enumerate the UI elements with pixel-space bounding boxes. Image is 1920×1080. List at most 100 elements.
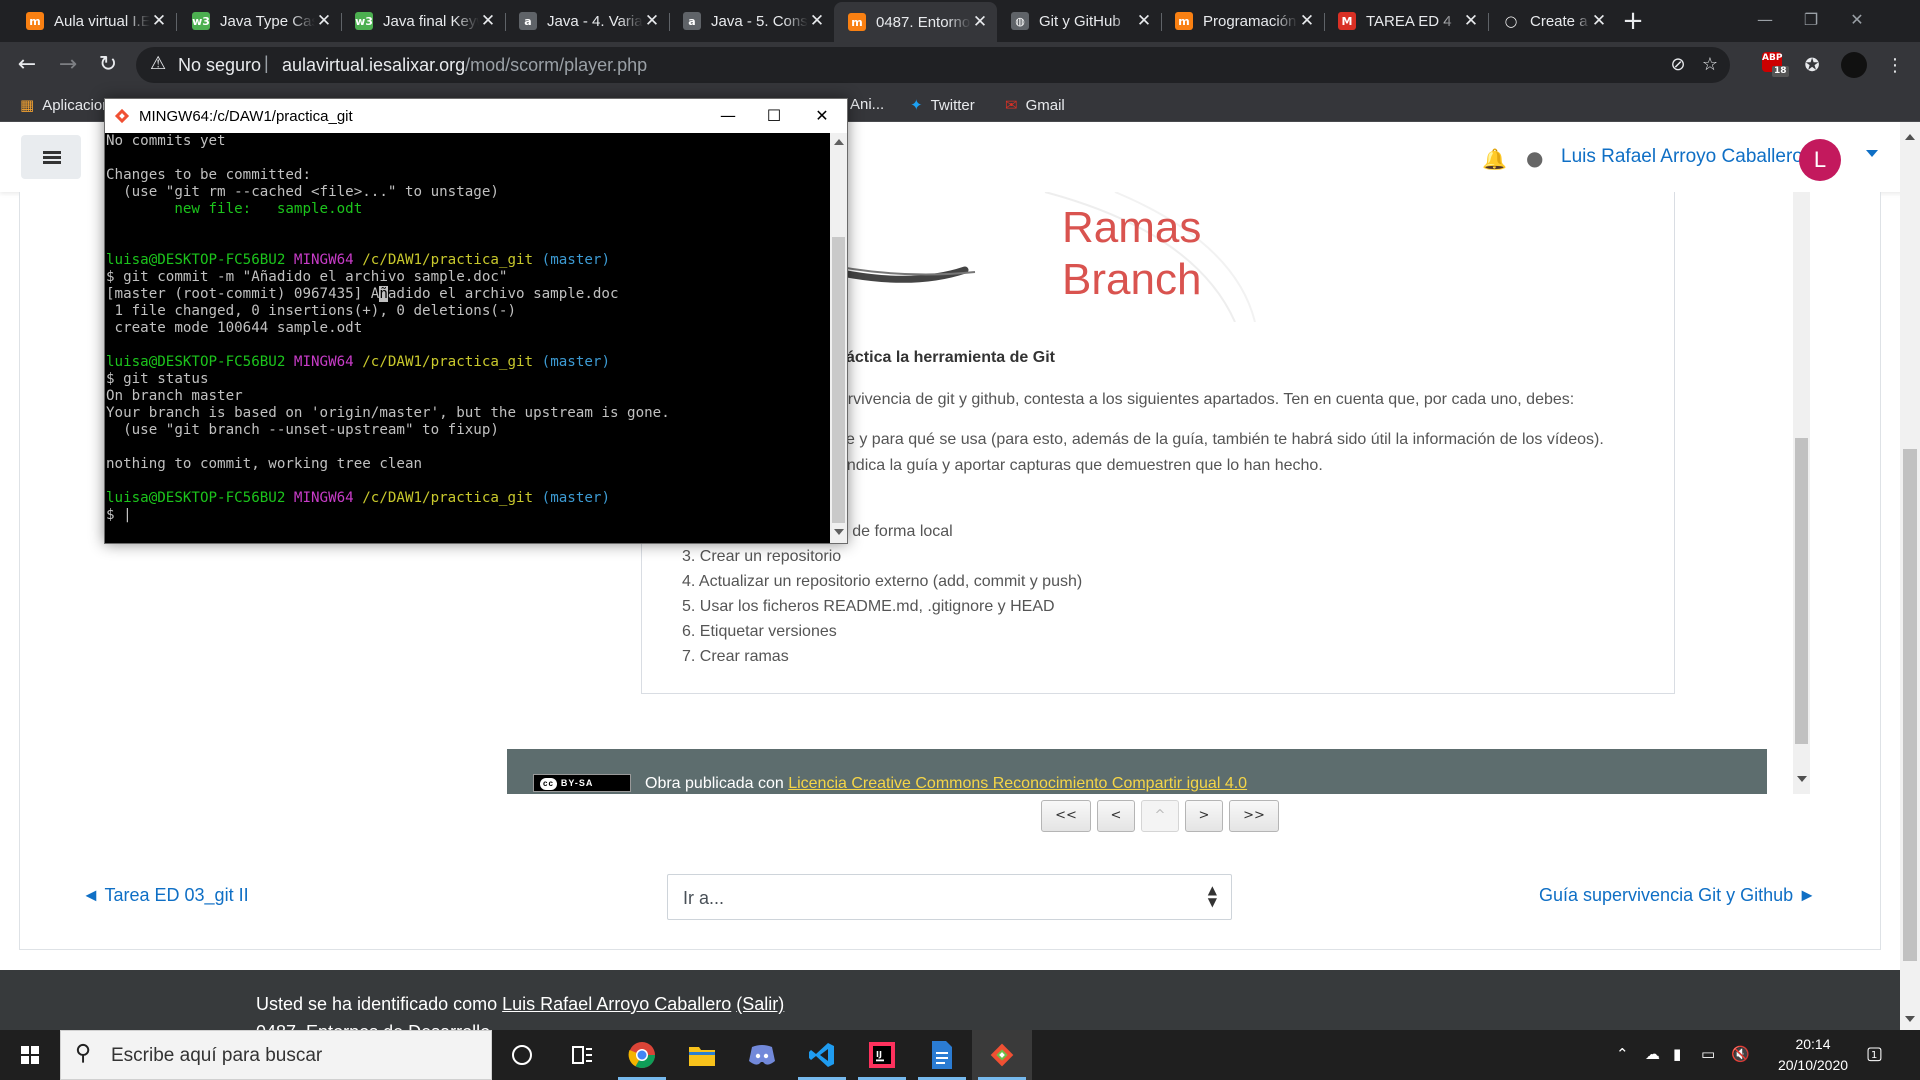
volume-muted-icon[interactable]: 🔇 [1731,1045,1750,1063]
chrome-icon[interactable] [612,1030,672,1080]
scroll-down-arrow-icon[interactable] [1905,1016,1915,1022]
network-icon[interactable]: ▭ [1701,1045,1715,1063]
intellij-icon[interactable]: IJ [852,1030,912,1080]
bookmark-gmail[interactable]: ✉ Gmail [1005,96,1065,114]
close-tab-icon[interactable]: ✕ [1298,12,1316,30]
scroll-down-arrow-icon[interactable] [1797,776,1807,782]
scorm-last-button[interactable]: >> [1229,800,1279,832]
page-scrollbar[interactable] [1900,122,1920,1030]
browser-tab-title: Java Type Casting [220,12,315,30]
close-tab-icon[interactable]: ✕ [479,12,497,30]
onedrive-cloud-icon[interactable]: ☁ [1645,1045,1660,1063]
footer-course-link[interactable]: 0487. Entornos de Desarrollo [256,1022,490,1030]
notifications-bell-icon[interactable]: 🔔 [1482,147,1507,171]
user-menu-caret-icon[interactable] [1866,150,1878,157]
battery-icon[interactable]: ▮ [1673,1045,1681,1063]
scorm-prev-button[interactable]: < [1097,800,1135,832]
w3schools-icon: w3 [192,12,210,30]
start-button[interactable] [0,1030,60,1080]
system-clock[interactable]: 20:14 20/10/2020 [1776,1034,1850,1076]
terminal-scrollbar[interactable] [830,133,847,543]
scorm-first-button[interactable]: << [1041,800,1091,832]
widgets-icon[interactable] [552,1030,612,1080]
next-activity-link[interactable]: Guía supervivencia Git y Github ► [1539,885,1816,906]
close-tab-icon[interactable]: ✕ [150,12,168,30]
browser-tab[interactable]: m Programación ✕ [1161,0,1324,42]
extensions-puzzle-icon[interactable]: ✪ [1799,53,1825,79]
terminal-titlebar[interactable]: MINGW64:/c/DAW1/practica_git — ☐ ✕ [105,99,847,133]
close-tab-icon[interactable]: ✕ [643,12,661,30]
jump-to-select[interactable]: Ir a... ▲ ▼ [667,874,1232,920]
browser-tab[interactable]: m Aula virtual I.E.S. Alixar✕ [12,0,176,42]
scroll-up-arrow-icon[interactable] [834,139,844,145]
adblock-extension-icon[interactable]: ABP 18 [1762,52,1789,77]
bookmark-twitter[interactable]: ✦ Twitter [910,96,975,114]
scorm-scrollbar[interactable] [1793,192,1810,794]
scorm-up-button[interactable]: ^ [1141,800,1179,832]
scorm-paragraph: pervivencia de git y github, contesta a … [830,391,1575,408]
browser-tab[interactable]: a Java - 5. Constantes✕ [669,0,834,42]
license-link[interactable]: Licencia Creative Commons Reconocimiento… [788,775,1247,792]
star-bookmark-icon[interactable]: ☆ [1698,53,1722,77]
tray-overflow-icon[interactable]: ⌃ [1616,1045,1629,1063]
scroll-up-arrow-icon[interactable] [1905,134,1915,140]
browser-tab[interactable]: w3 Java final Keyword✕ [341,0,505,42]
git-bash-window[interactable]: MINGW64:/c/DAW1/practica_git — ☐ ✕ No co… [104,98,848,544]
discord-icon[interactable] [732,1030,792,1080]
terminal-minimize-button[interactable]: — [705,99,751,133]
profile-avatar[interactable] [1841,52,1867,78]
close-tab-icon[interactable]: ✕ [1590,12,1608,30]
reload-button[interactable]: ↻ [93,50,123,80]
back-button[interactable]: ← [12,50,42,80]
close-tab-icon[interactable]: ✕ [971,13,989,31]
browser-tab[interactable]: m 0487. Entornos de Desarrollo✕ [834,2,997,42]
footer-user-link[interactable]: Luis Rafael Arroyo Caballero [502,994,731,1014]
close-window-button[interactable]: ✕ [1834,0,1880,40]
terminal-output[interactable]: No commits yet Changes to be committed: … [105,133,830,543]
cc-license-badge[interactable]: cc BY-SA [533,774,631,792]
restore-window-button[interactable]: ❐ [1788,0,1834,40]
bookmark-ani[interactable]: Ani... [850,96,884,113]
browser-tab[interactable]: w3 Java Type Casting✕ [178,0,341,42]
notification-center-icon[interactable]: ▢1 [1866,1043,1889,1064]
scrollbar-thumb[interactable] [1903,449,1917,961]
new-tab-button[interactable]: + [1618,6,1648,36]
scroll-down-arrow-icon[interactable] [834,529,844,535]
file-explorer-icon[interactable] [672,1030,732,1080]
moodle-icon: m [26,12,44,30]
logout-link[interactable]: (Salir) [736,994,784,1014]
close-tab-icon[interactable]: ✕ [1135,12,1153,30]
browser-tab[interactable]: M TAREA ED 4 ✕ [1324,0,1488,42]
scorm-next-button[interactable]: > [1185,800,1223,832]
vscode-icon[interactable] [792,1030,852,1080]
intellij-glyph: IJ [869,1042,895,1068]
browser-tab[interactable]: ◍ Git y GitHub ✕ [997,0,1161,42]
browser-tab[interactable]: ◯ Create a New Repository✕ [1488,0,1616,42]
close-tab-icon[interactable]: ✕ [315,12,333,30]
browser-tab-title: TAREA ED 4 [1366,12,1452,30]
close-tab-icon[interactable]: ✕ [1462,12,1480,30]
eye-slash-icon[interactable]: ⊘ [1666,53,1690,77]
address-bar[interactable]: ⚠ No seguro | aulavirtual.iesalixar.org/… [136,47,1730,83]
minimize-window-button[interactable]: — [1742,0,1788,40]
document-icon[interactable] [912,1030,972,1080]
browser-tab[interactable]: a Java - 4. Variables✕ [505,0,669,42]
taskbar-search[interactable]: ⚲ Escribe aquí para buscar [60,1030,492,1080]
user-avatar[interactable]: L [1799,139,1841,181]
messages-chat-icon[interactable]: ● [1526,146,1543,170]
terminal-close-button[interactable]: ✕ [799,99,845,133]
task-view-icon[interactable] [492,1030,552,1080]
terminal-title: MINGW64:/c/DAW1/practica_git [139,108,353,125]
browser-menu-icon[interactable]: ⋮ [1882,53,1908,79]
close-tab-icon[interactable]: ✕ [808,12,826,30]
terminal-maximize-button[interactable]: ☐ [751,99,797,133]
nav-drawer-toggle-button[interactable] [21,135,81,179]
scrollbar-thumb[interactable] [1795,438,1808,744]
prompt-env: MINGW64 [293,490,354,506]
user-name-link[interactable]: Luis Rafael Arroyo Caballero [1561,146,1803,168]
scrollbar-thumb[interactable] [832,237,845,523]
git-bash-taskbar-icon[interactable] [972,1030,1032,1080]
forward-button[interactable]: → [53,50,83,80]
terminal-cursor[interactable]: | [123,507,132,523]
previous-activity-link[interactable]: ◄ Tarea ED 03_git II [82,885,249,906]
